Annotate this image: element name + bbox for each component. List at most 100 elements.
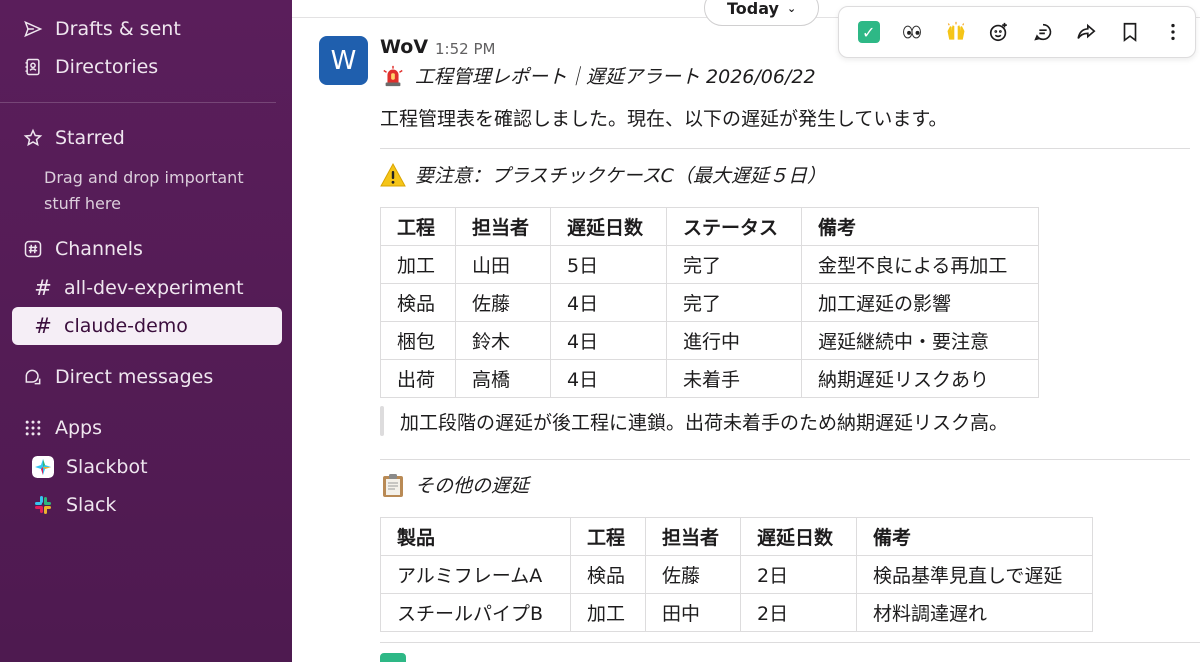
table-cell: 4日 <box>550 321 667 360</box>
sidebar-section-channels[interactable]: Channels <box>22 238 143 260</box>
table-cell: 佐藤 <box>645 555 741 594</box>
sidebar-section-label: Channels <box>55 238 143 260</box>
channels-icon <box>22 238 44 260</box>
send-icon <box>22 18 44 40</box>
sidebar-item-drafts[interactable]: Drafts & sent <box>22 18 181 40</box>
reaction-raised-hands-button[interactable] <box>934 10 978 54</box>
blockquote: 加工段階の遅延が後工程に連鎖。出荷未着手のため納期遅延リスク高。 <box>380 405 1008 437</box>
message-actions-toolbar: ✓ <box>838 6 1196 58</box>
date-divider-label: Today <box>727 0 779 18</box>
table-cell: 出荷 <box>380 359 456 398</box>
table-cell: 完了 <box>666 245 802 284</box>
app-name: Slack <box>66 494 117 516</box>
table-cell: 検品基準見直しで遅延 <box>856 555 1093 594</box>
message-pane: Today ⌄ W WoV 1:52 PM 工程管理レポート｜遅延アラート 20… <box>292 0 1200 662</box>
directory-icon <box>22 56 44 78</box>
table-cell: 梱包 <box>380 321 456 360</box>
table-cell: 4日 <box>550 283 667 322</box>
sidebar-section-apps[interactable]: Apps <box>22 417 102 439</box>
table-cell: 2日 <box>740 555 857 594</box>
rotating-light-icon <box>380 63 406 89</box>
table-row: 検品 佐藤 4日 完了 加工遅延の影響 <box>380 283 1039 322</box>
table-header: 遅延日数 <box>740 517 857 556</box>
save-for-later-button[interactable] <box>1108 10 1152 54</box>
sidebar-item-app-slack[interactable]: Slack <box>12 486 282 524</box>
avatar-letter: W <box>330 45 357 76</box>
slack-icon <box>35 496 51 514</box>
sidebar-section-starred[interactable]: Starred <box>22 127 125 149</box>
apps-grid-icon <box>22 417 44 439</box>
app-name: Slackbot <box>66 456 148 478</box>
message-title: 工程管理レポート｜遅延アラート 2026/06/22 <box>415 66 816 88</box>
table-cell: 山田 <box>455 245 551 284</box>
table-cell: 進行中 <box>666 321 802 360</box>
sidebar-section-label: Apps <box>55 417 103 439</box>
starred-hint: Drag and drop important stuff here <box>44 168 244 213</box>
reaction-check-button[interactable]: ✓ <box>847 10 891 54</box>
table-header: 備考 <box>801 207 1039 246</box>
table-cell: 検品 <box>380 283 456 322</box>
avatar[interactable]: W <box>319 36 368 85</box>
share-icon <box>1077 23 1096 39</box>
table-row: アルミフレームA 検品 佐藤 2日 検品基準見直しで遅延 <box>380 555 1093 594</box>
hash-icon: # <box>34 276 52 300</box>
table-row: 梱包 鈴木 4日 進行中 遅延継続中・要注意 <box>380 321 1039 360</box>
divider <box>380 459 1190 460</box>
table-cell: 金型不良による再加工 <box>801 245 1039 284</box>
add-reaction-icon <box>990 22 1008 42</box>
table-cell: 完了 <box>666 283 802 322</box>
table-cell: 検品 <box>570 555 646 594</box>
share-message-button[interactable] <box>1065 10 1109 54</box>
alert-heading: 要注意：プラスチックケースC（最大遅延５日） <box>415 165 826 187</box>
table-cell: 加工 <box>570 593 646 632</box>
sidebar-item-directories[interactable]: Directories <box>22 56 158 78</box>
message-title-line: 工程管理レポート｜遅延アラート 2026/06/22 <box>380 62 816 89</box>
table-cell: スチールパイプB <box>380 593 571 632</box>
table-cell: 材料調達遅れ <box>856 593 1093 632</box>
table-cell: 納期遅延リスクあり <box>801 359 1039 398</box>
message-intro: 工程管理表を確認しました。現在、以下の遅延が発生しています。 <box>380 108 948 130</box>
hash-icon: # <box>34 314 52 338</box>
chevron-down-icon: ⌄ <box>786 1 797 15</box>
table-cell: 鈴木 <box>455 321 551 360</box>
reply-in-thread-button[interactable] <box>1021 10 1065 54</box>
sidebar-item-label: Directories <box>55 56 159 78</box>
sender-name[interactable]: WoV <box>380 36 428 58</box>
raised-hands-icon <box>947 21 965 40</box>
sidebar: Drafts & sent Directories Starred Drag a… <box>0 0 292 662</box>
table-cell: 高橋 <box>455 359 551 398</box>
reply-in-thread-icon <box>1034 23 1051 41</box>
eyes-icon <box>903 25 922 39</box>
other-heading: その他の遅延 <box>415 475 530 497</box>
table-cell: 加工遅延の影響 <box>801 283 1039 322</box>
bookmark-icon <box>1123 22 1137 42</box>
alert-note: 加工段階の遅延が後工程に連鎖。出荷未着手のため納期遅延リスク高。 <box>400 411 1009 434</box>
sidebar-item-channel-active[interactable]: # claude-demo <box>12 307 282 345</box>
sidebar-item-label: Drafts & sent <box>55 18 181 40</box>
warning-icon <box>380 162 406 188</box>
table-cell: アルミフレームA <box>380 555 571 594</box>
sidebar-section-dms[interactable]: Direct messages <box>22 366 213 388</box>
white-check-mark-icon: ✓ <box>857 21 880 43</box>
table-row: スチールパイプB 加工 田中 2日 材料調達遅れ <box>380 593 1093 632</box>
table-row: 出荷 高橋 4日 未着手 納期遅延リスクあり <box>380 359 1039 398</box>
table-cell: 2日 <box>740 593 857 632</box>
sidebar-item-app-slackbot[interactable]: Slackbot <box>12 448 282 486</box>
sidebar-section-label: Direct messages <box>55 366 214 388</box>
add-reaction-button[interactable] <box>978 10 1022 54</box>
divider <box>380 148 1190 149</box>
table-cell: 未着手 <box>666 359 802 398</box>
table-header-row: 工程 担当者 遅延日数 ステータス 備考 <box>380 207 1039 246</box>
date-divider-button[interactable]: Today ⌄ <box>704 0 820 26</box>
table-cell: 田中 <box>645 593 741 632</box>
alert-heading-line: 要注意：プラスチックケースC（最大遅延５日） <box>380 161 826 188</box>
sidebar-item-channel[interactable]: # all-dev-experiment <box>12 269 282 307</box>
more-actions-button[interactable] <box>1152 10 1196 54</box>
channel-name: claude-demo <box>64 315 188 337</box>
message-timestamp[interactable]: 1:52 PM <box>435 40 495 58</box>
quote-bar <box>380 406 384 436</box>
reaction-eyes-button[interactable] <box>891 10 935 54</box>
table-cell: 加工 <box>380 245 456 284</box>
alert-table: 工程 担当者 遅延日数 ステータス 備考 加工 山田 5日 完了 金型不良による… <box>380 207 1039 398</box>
channel-name: all-dev-experiment <box>64 277 244 299</box>
